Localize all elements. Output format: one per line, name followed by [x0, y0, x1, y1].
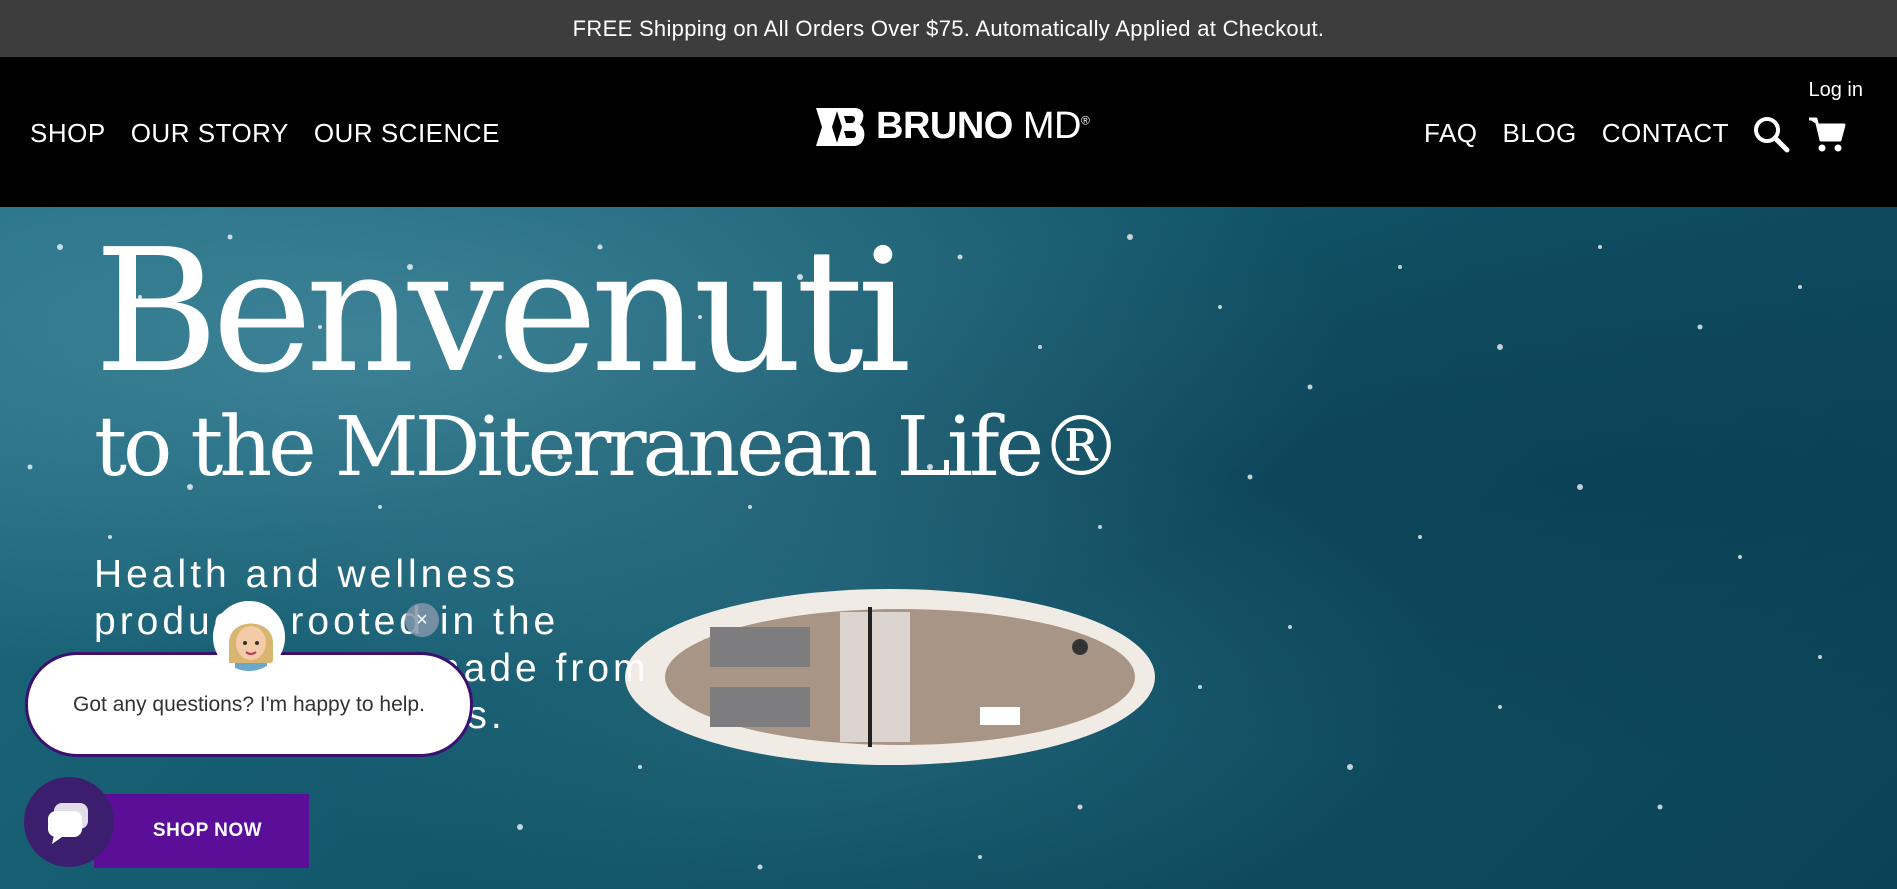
chat-close-button[interactable]: × — [405, 603, 439, 637]
cart-icon[interactable] — [1807, 114, 1847, 154]
announcement-text: FREE Shipping on All Orders Over $75. Au… — [572, 15, 1325, 41]
hero-subtitle: to the MDiterranean Life® — [94, 400, 1122, 495]
primary-nav: SHOP OUR STORY OUR SCIENCE — [30, 117, 500, 149]
logo-suffix-text: MD — [1022, 105, 1082, 147]
nav-blog[interactable]: BLOG — [1503, 117, 1577, 149]
nav-shop[interactable]: SHOP — [30, 117, 106, 149]
search-icon[interactable] — [1751, 114, 1791, 154]
chat-message: Got any questions? I'm happy to help. — [73, 692, 425, 716]
bruno-logo-mark-icon — [816, 107, 865, 146]
logo-registered-mark: ® — [1081, 113, 1090, 128]
secondary-nav: FAQ BLOG CONTACT — [1424, 117, 1729, 149]
nav-our-story[interactable]: OUR STORY — [131, 117, 289, 149]
nav-our-science[interactable]: OUR SCIENCE — [314, 117, 500, 149]
assistant-avatar — [213, 601, 285, 673]
hero-section: Benvenuti to the MDiterranean Life® Heal… — [0, 207, 1897, 889]
logo-brand-text: BRUNO — [876, 105, 1013, 147]
chat-icon[interactable] — [24, 777, 114, 867]
logo-wordmark: BRUNO MD® — [876, 105, 1090, 148]
hero-title: Benvenuti — [94, 213, 911, 411]
login-link[interactable]: Log in — [1809, 79, 1864, 102]
nav-faq[interactable]: FAQ — [1424, 117, 1478, 149]
site-header: SHOP OUR STORY OUR SCIENCE BRUNO MD® Log… — [0, 57, 1897, 207]
shop-now-button[interactable]: SHOP NOW — [94, 794, 309, 868]
announcement-bar: FREE Shipping on All Orders Over $75. Au… — [0, 0, 1897, 57]
brand-logo[interactable]: BRUNO MD® — [814, 105, 1090, 148]
nav-contact[interactable]: CONTACT — [1602, 117, 1729, 149]
